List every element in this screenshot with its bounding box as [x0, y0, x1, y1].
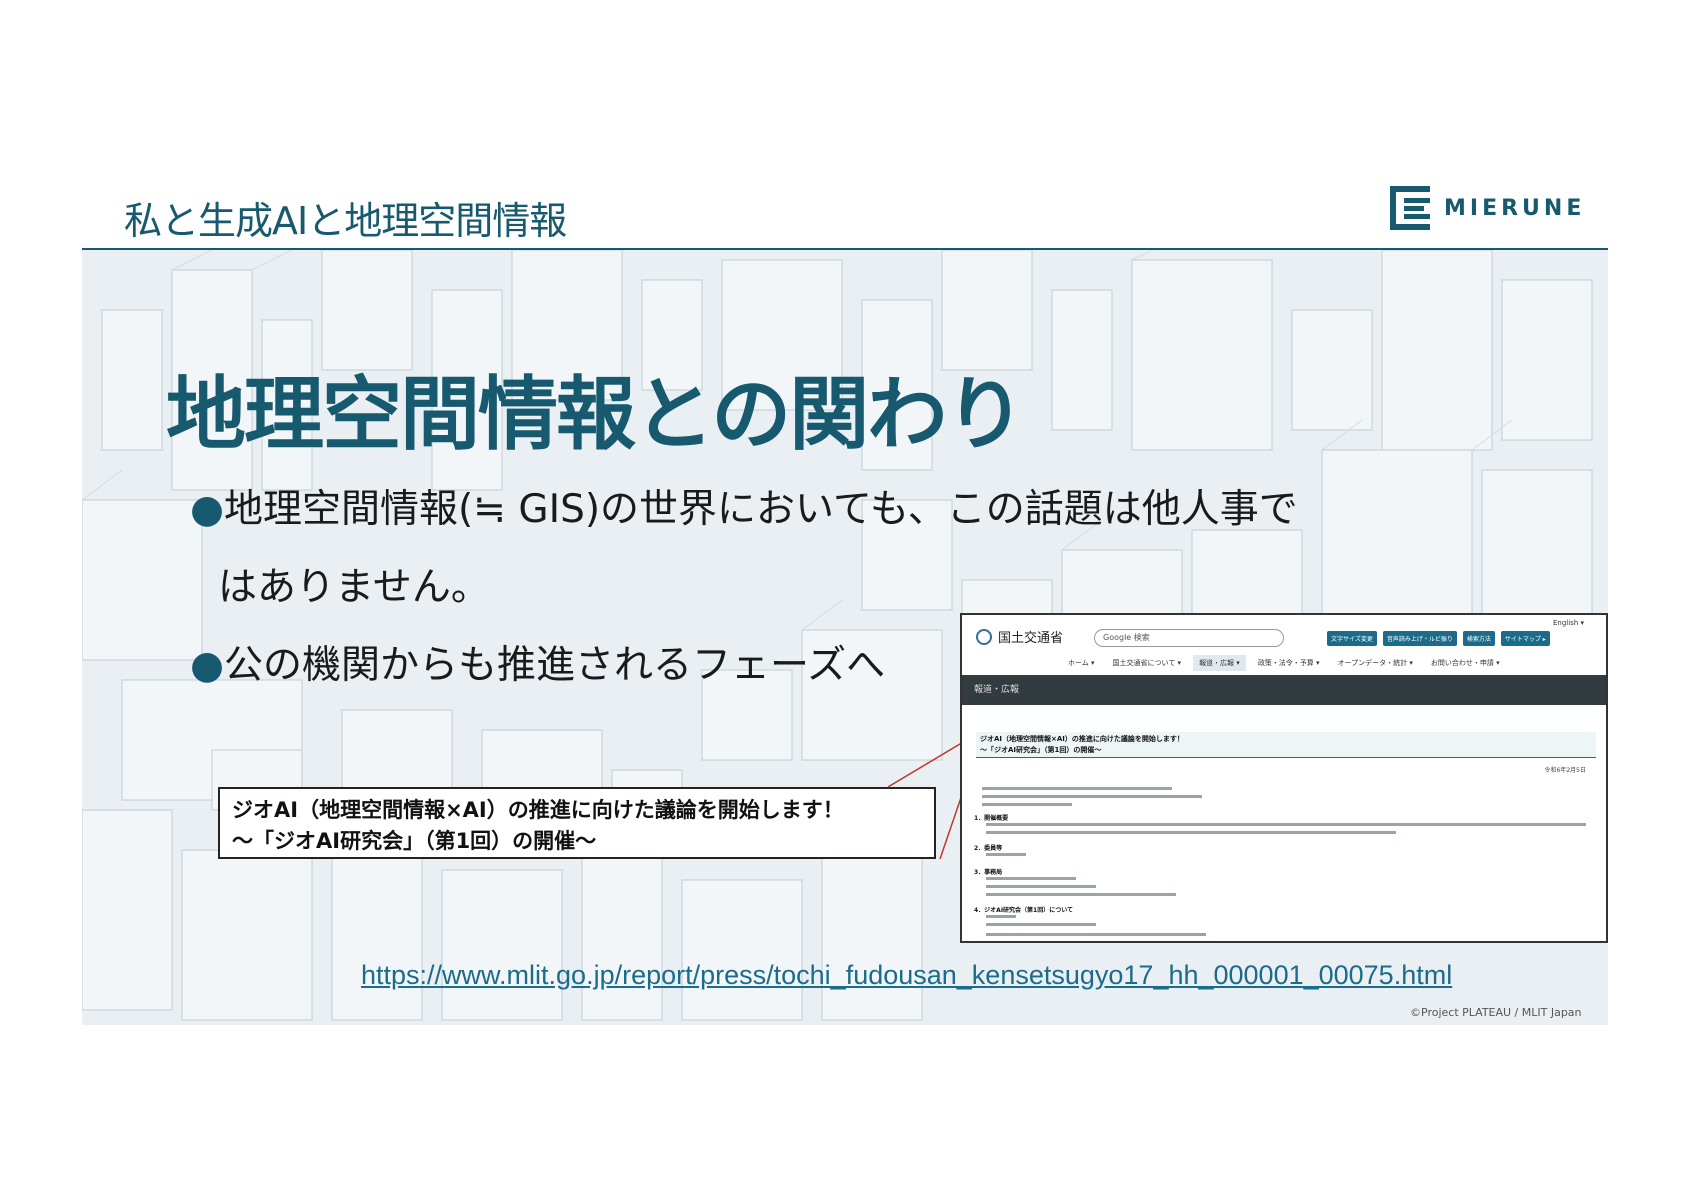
screenshot-nav-item: ホーム ▾	[1068, 659, 1095, 667]
source-url-link[interactable]: https://www.mlit.go.jp/report/press/toch…	[361, 960, 1452, 991]
screenshot-section-heading: 4．ジオAI研究会（第1回）について	[974, 907, 1074, 914]
image-credit: ©Project PLATEAU / MLIT Japan	[1410, 1006, 1582, 1019]
screenshot-section-heading: 1．開催概要	[974, 815, 1009, 822]
mlit-webpage-screenshot: 国土交通省 Google 検索 English ▾ 文字サイズ変更 音声読み上げ…	[960, 613, 1608, 943]
screenshot-nav-item: 政策・法令・予算 ▾	[1257, 659, 1320, 667]
screenshot-heading-line-2: ～「ジオAI研究会」（第1回）の開催～	[980, 746, 1102, 754]
screenshot-nav-item: 報道・広報 ▾	[1193, 655, 1246, 671]
screenshot-top-buttons: 文字サイズ変更 音声読み上げ・ルビ振り 検索方法 サイトマップ ▸	[1327, 631, 1550, 646]
screenshot-top-button: 検索方法	[1462, 631, 1495, 646]
screenshot-top-button: 音声読み上げ・ルビ振り	[1382, 631, 1457, 646]
screenshot-nav-item: 国土交通省について ▾	[1112, 659, 1182, 667]
language-switch: English ▾	[1552, 619, 1584, 627]
screenshot-heading: ジオAI（地理空間情報×AI）の推進に向けた議論を開始します！ ～「ジオAI研究…	[976, 732, 1596, 758]
screenshot-text-line	[982, 787, 1172, 790]
screenshot-text-line	[986, 893, 1176, 896]
screenshot-text-line	[986, 933, 1206, 936]
mlit-brand-name: 国土交通省	[998, 631, 1064, 646]
screenshot-nav-item: お問い合わせ・申請 ▾	[1430, 659, 1500, 667]
mlit-logo-icon	[976, 628, 992, 645]
screenshot-heading-line-1: ジオAI（地理空間情報×AI）の推進に向けた議論を開始します！	[980, 735, 1184, 743]
screenshot-top-button: 文字サイズ変更	[1327, 631, 1377, 646]
screenshot-text-line	[986, 915, 1016, 918]
screenshot-text-line	[986, 885, 1096, 888]
screenshot-search-field: Google 検索	[1094, 629, 1284, 647]
screenshot-text-line	[982, 795, 1202, 798]
screenshot-header: 国土交通省 Google 検索 English ▾ 文字サイズ変更 音声読み上げ…	[962, 615, 1606, 675]
screenshot-nav: ホーム ▾ 国土交通省について ▾ 報道・広報 ▾ 政策・法令・予算 ▾ オープ…	[1062, 655, 1506, 671]
screenshot-text-line	[986, 831, 1396, 834]
screenshot-text-line	[986, 877, 1076, 880]
screenshot-section-bar: 報道・広報	[962, 675, 1606, 705]
screenshot-text-line	[986, 853, 1026, 856]
screenshot-date: 令和6年2月5日	[1544, 767, 1586, 774]
screenshot-text-line	[982, 803, 1072, 806]
screenshot-top-button: サイトマップ ▸	[1500, 631, 1550, 646]
screenshot-section-heading: 3．事務局	[974, 869, 1003, 876]
screenshot-text-line	[986, 923, 1096, 926]
screenshot-section-heading: 2．委員等	[974, 845, 1003, 852]
mlit-brand: 国土交通省	[976, 627, 1063, 646]
screenshot-nav-item: オープンデータ・統計 ▾	[1337, 659, 1413, 667]
screenshot-text-line	[986, 823, 1586, 826]
